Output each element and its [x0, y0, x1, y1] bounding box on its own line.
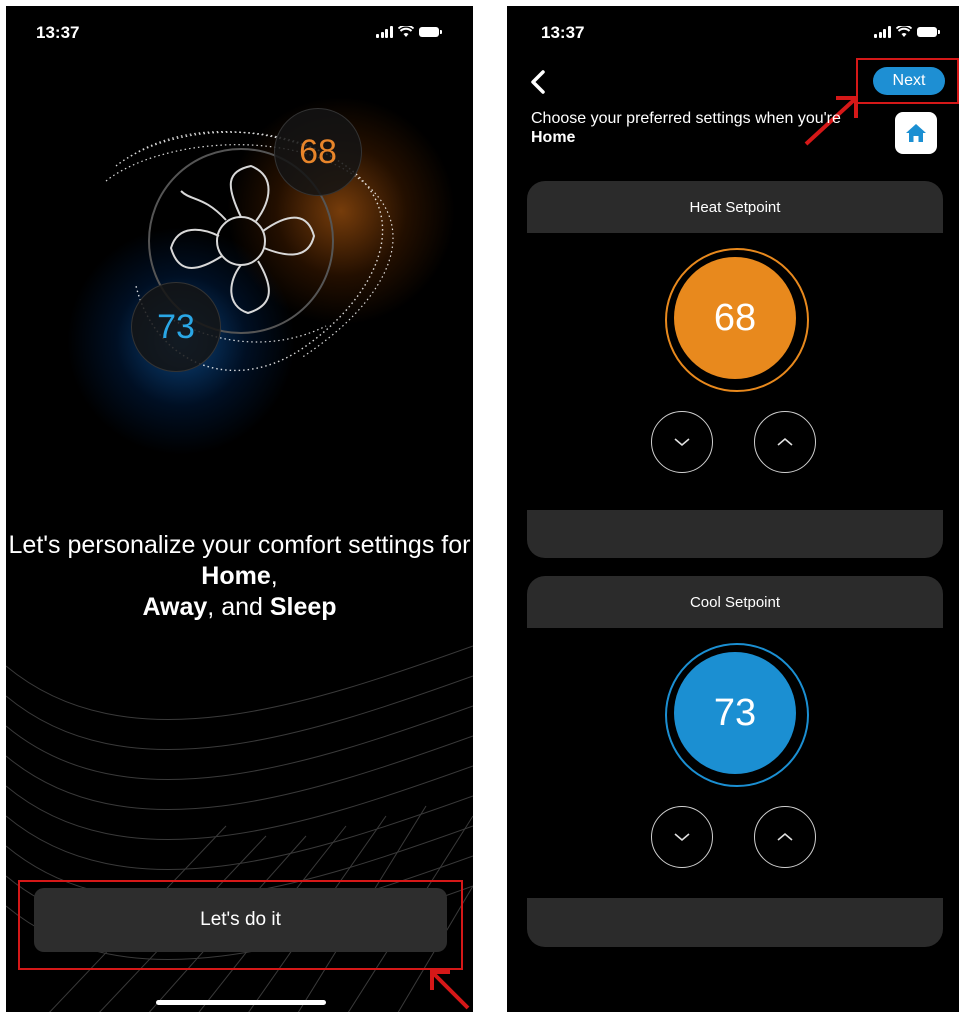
cool-setpoint-dial: 73: [665, 643, 809, 787]
cool-decrease-button[interactable]: [651, 806, 713, 868]
highlight-box: [18, 880, 463, 970]
home-mode-badge: [895, 112, 937, 154]
hero-illustration: 68 73: [66, 96, 456, 456]
cool-increase-button[interactable]: [754, 806, 816, 868]
home-settings-screen: 13:37 Next Choose your preferred setting…: [507, 6, 959, 1012]
intro-text: Let's personalize your comfort settings …: [8, 531, 471, 559]
cool-preview-bubble: 73: [131, 282, 221, 372]
intro-heading: Let's personalize your comfort settings …: [6, 530, 473, 623]
home-icon: [906, 124, 926, 142]
signal-icon: [874, 26, 891, 38]
prompt-mode: Home: [531, 129, 576, 146]
cool-setpoint-value: 73: [674, 652, 796, 774]
status-icons: [376, 26, 442, 38]
cool-setpoint-title: Cool Setpoint: [689, 593, 781, 611]
heat-setpoint-body: 68: [527, 233, 943, 510]
heat-decrease-button[interactable]: [651, 411, 713, 473]
home-indicator: [156, 1000, 326, 1005]
heat-setpoint-card: Heat Setpoint 68: [527, 181, 943, 558]
cool-setpoint-body: 73: [527, 628, 943, 898]
heat-increase-button[interactable]: [754, 411, 816, 473]
heat-setpoint-dial: 68: [665, 248, 809, 392]
battery-icon: [418, 27, 442, 37]
heat-setpoint-title: Heat Setpoint: [689, 198, 781, 216]
back-chevron-icon[interactable]: [528, 68, 548, 96]
intro-away: Away: [142, 593, 208, 621]
prompt-text: Choose your preferred settings when you'…: [531, 110, 841, 127]
signal-icon: [376, 26, 393, 38]
highlight-box: [856, 58, 959, 104]
chevron-up-icon: [777, 832, 793, 841]
intro-home: Home: [201, 562, 271, 590]
intro-comma: ,: [270, 562, 278, 590]
chevron-down-icon: [674, 833, 690, 842]
intro-screen: 13:37 68 73 Let's personalize your comfo…: [6, 6, 473, 1012]
heat-setpoint-value: 68: [674, 257, 796, 379]
status-time: 13:37: [36, 23, 80, 42]
wifi-icon: [397, 26, 414, 37]
status-time: 13:37: [541, 23, 585, 42]
cool-setpoint-card: Cool Setpoint 73: [527, 576, 943, 947]
red-arrow-icon: [430, 970, 470, 1010]
settings-prompt: Choose your preferred settings when you'…: [531, 109, 861, 147]
chevron-down-icon: [674, 438, 690, 447]
status-icons: [874, 26, 940, 38]
intro-and: , and: [207, 593, 270, 621]
wifi-icon: [895, 26, 912, 37]
chevron-up-icon: [777, 437, 793, 446]
battery-icon: [916, 27, 940, 37]
heat-preview-bubble: 68: [274, 108, 362, 196]
intro-sleep: Sleep: [269, 593, 337, 621]
